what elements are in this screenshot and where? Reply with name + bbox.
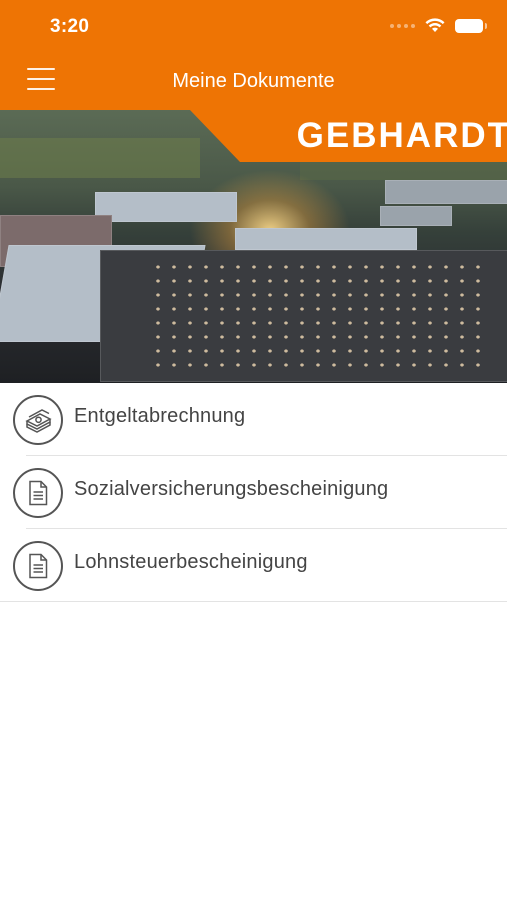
document-icon [13, 468, 63, 518]
list-item-label: Entgeltabrechnung [74, 405, 246, 427]
status-icons [390, 18, 487, 33]
cellular-signal-icon [390, 23, 415, 28]
brand-banner: GEBHARDT [190, 110, 507, 162]
divider [0, 601, 507, 602]
money-stack-icon [13, 395, 63, 445]
app-header: 3:20 Meine Dokumente [0, 0, 507, 110]
document-list: Entgeltabrechnung Sozialversicherungsbes… [0, 383, 507, 602]
list-item-label: Sozialversicherungsbescheinigung [74, 478, 389, 500]
document-icon [13, 541, 63, 591]
list-item-lohnsteuerbescheinigung[interactable]: Lohnsteuerbescheinigung [0, 529, 507, 602]
list-item-label: Lohnsteuerbescheinigung [74, 551, 308, 573]
brand-logo: GEBHARDT [296, 116, 507, 155]
status-time: 3:20 [50, 16, 90, 37]
list-item-entgeltabrechnung[interactable]: Entgeltabrechnung [0, 383, 507, 456]
hero-image: GEBHARDT [0, 110, 507, 383]
page-title: Meine Dokumente [172, 70, 335, 92]
battery-icon [455, 18, 487, 33]
wifi-icon [425, 18, 445, 32]
list-item-sozialversicherungsbescheinigung[interactable]: Sozialversicherungsbescheinigung [0, 456, 507, 529]
